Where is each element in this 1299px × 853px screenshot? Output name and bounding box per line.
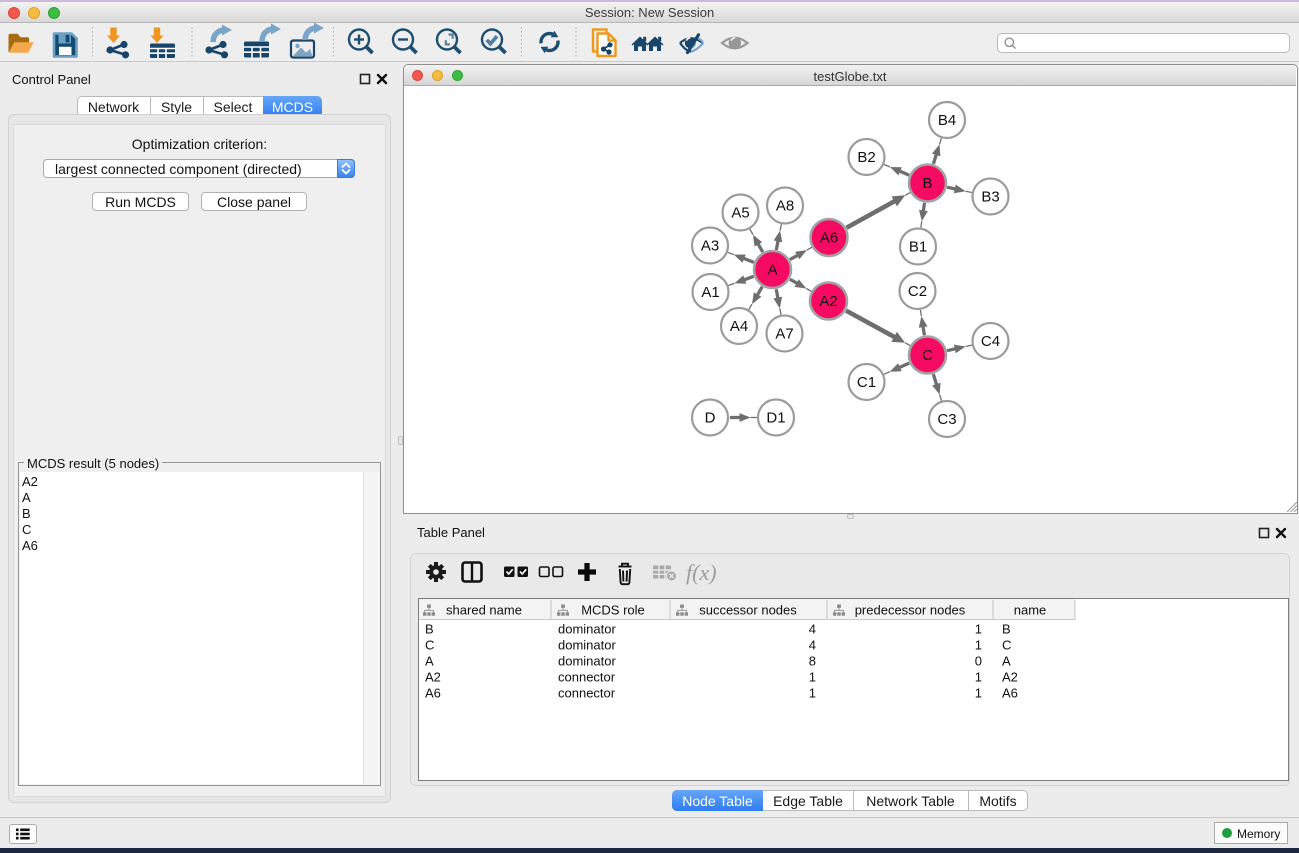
svg-text:B4: B4 <box>938 112 956 129</box>
svg-text:connector: connector <box>558 670 616 685</box>
svg-text:dominator: dominator <box>558 654 616 669</box>
svg-text:1: 1 <box>809 686 816 701</box>
svg-text:B: B <box>425 622 434 637</box>
svg-text:1: 1 <box>809 670 816 685</box>
svg-text:C: C <box>1002 638 1011 653</box>
svg-text:1: 1 <box>975 686 982 701</box>
svg-text:1: 1 <box>975 638 982 653</box>
svg-text:1: 1 <box>975 670 982 685</box>
svg-text:B1: B1 <box>909 239 927 256</box>
svg-text:A: A <box>425 654 434 669</box>
svg-text:4: 4 <box>809 638 816 653</box>
svg-text:A2: A2 <box>425 670 441 685</box>
svg-text:C2: C2 <box>908 283 927 300</box>
svg-text:A: A <box>1002 654 1011 669</box>
svg-text:C: C <box>425 638 434 653</box>
svg-text:C4: C4 <box>981 333 1000 350</box>
svg-text:A: A <box>767 262 777 279</box>
svg-text:A2: A2 <box>819 293 837 310</box>
svg-text:B3: B3 <box>981 189 999 206</box>
svg-text:A7: A7 <box>775 326 793 343</box>
svg-text:C: C <box>922 347 933 364</box>
svg-text:C1: C1 <box>857 374 876 391</box>
svg-text:4: 4 <box>809 622 816 637</box>
svg-text:dominator: dominator <box>558 638 616 653</box>
svg-text:D1: D1 <box>766 410 785 427</box>
svg-text:dominator: dominator <box>558 622 616 637</box>
svg-text:A3: A3 <box>701 238 719 255</box>
svg-text:predecessor nodes: predecessor nodes <box>855 603 966 618</box>
svg-text:MCDS role: MCDS role <box>581 603 645 618</box>
svg-text:f(x): f(x) <box>686 560 717 585</box>
svg-text:A1: A1 <box>701 284 719 301</box>
svg-text:B2: B2 <box>857 149 875 166</box>
svg-text:successor nodes: successor nodes <box>699 603 797 618</box>
svg-text:shared name: shared name <box>446 603 522 618</box>
svg-text:0: 0 <box>975 654 982 669</box>
svg-text:A6: A6 <box>820 230 838 247</box>
svg-text:A8: A8 <box>776 198 794 215</box>
svg-text:D: D <box>705 410 716 427</box>
svg-text:connector: connector <box>558 686 616 701</box>
svg-text:A6: A6 <box>425 686 441 701</box>
svg-text:A4: A4 <box>730 318 748 335</box>
svg-text:C3: C3 <box>937 411 956 428</box>
svg-text:A2: A2 <box>1002 670 1018 685</box>
svg-text:B: B <box>922 175 932 192</box>
svg-text:8: 8 <box>809 654 816 669</box>
svg-text:A6: A6 <box>1002 686 1018 701</box>
svg-text:B: B <box>1002 622 1011 637</box>
svg-text:name: name <box>1014 603 1047 618</box>
svg-text:1: 1 <box>975 622 982 637</box>
svg-text:A5: A5 <box>731 205 749 222</box>
